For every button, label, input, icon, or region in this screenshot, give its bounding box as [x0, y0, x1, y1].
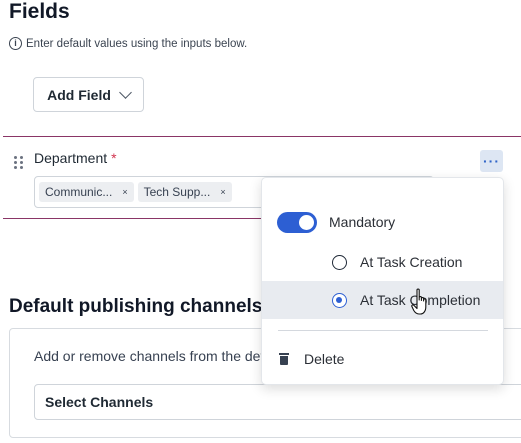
option-task-completion[interactable]: At Task Completion	[262, 281, 503, 319]
field-divider-top	[3, 136, 521, 137]
toggle-knob	[299, 214, 314, 230]
tag-label: Communic...	[45, 185, 113, 199]
field-divider-bottom	[3, 218, 263, 219]
add-field-label: Add Field	[47, 86, 111, 103]
publishing-title: Default publishing channels	[9, 296, 263, 317]
info-line: i Enter default values using the inputs …	[9, 37, 247, 50]
chevron-down-icon	[119, 85, 132, 99]
radio-task-creation[interactable]	[332, 254, 347, 270]
delete-label: Delete	[304, 351, 345, 367]
tag-label: Tech Supp...	[143, 185, 211, 199]
field-label: Department *	[34, 150, 117, 166]
hand-cursor-icon	[411, 288, 427, 315]
mandatory-label: Mandatory	[329, 214, 396, 230]
option-task-creation[interactable]: At Task Creation	[262, 250, 503, 274]
more-options-button[interactable]: ···	[480, 150, 503, 172]
delete-menu-item[interactable]: Delete	[262, 348, 503, 370]
mandatory-toggle[interactable]	[277, 211, 317, 233]
option-label: At Task Creation	[360, 254, 463, 270]
tag-chip: Communic... ×	[39, 182, 134, 202]
info-text: Enter default values using the inputs be…	[26, 37, 248, 50]
select-channels-label: Select Channels	[45, 394, 154, 410]
drag-handle-icon[interactable]	[14, 156, 24, 170]
select-channels-dropdown[interactable]: Select Channels	[34, 384, 521, 420]
tag-remove-icon[interactable]: ×	[220, 187, 225, 197]
tag-remove-icon[interactable]: ×	[122, 187, 127, 197]
radio-task-completion[interactable]	[332, 292, 347, 308]
info-icon: i	[9, 37, 22, 50]
field-label-text: Department	[34, 150, 108, 166]
fields-title: Fields	[9, 0, 70, 23]
field-options-menu: Mandatory At Task Creation At Task Compl…	[261, 177, 504, 385]
menu-separator	[278, 330, 488, 331]
trash-icon	[279, 353, 289, 365]
add-field-button[interactable]: Add Field	[33, 77, 144, 112]
more-icon: ···	[483, 153, 500, 169]
mandatory-row[interactable]: Mandatory	[262, 210, 503, 234]
required-marker: *	[111, 150, 117, 166]
tag-chip: Tech Supp... ×	[137, 182, 232, 202]
